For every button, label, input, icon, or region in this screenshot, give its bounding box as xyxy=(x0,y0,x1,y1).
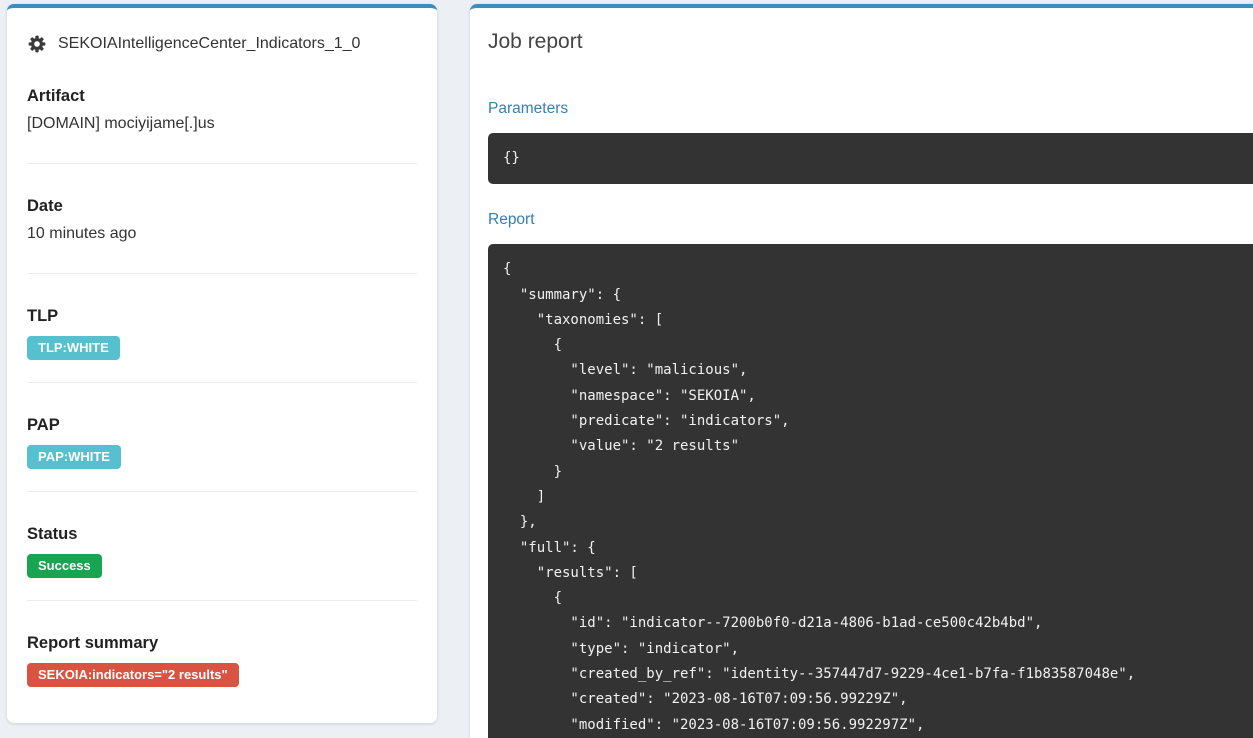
status-badge: Success xyxy=(27,554,102,578)
section-tlp: TLP TLP:WHITE xyxy=(27,274,417,383)
job-report-card: Job report Parameters {} Report { "summa… xyxy=(470,4,1253,738)
section-status: Status Success xyxy=(27,492,417,601)
section-artifact: Artifact [DOMAIN] mociyijame[.]us xyxy=(27,54,417,164)
analyzer-title-row: SEKOIAIntelligenceCenter_Indicators_1_0 xyxy=(27,34,417,54)
analyzer-job-card: SEKOIAIntelligenceCenter_Indicators_1_0 … xyxy=(7,4,437,723)
tlp-label: TLP xyxy=(27,306,417,327)
report-code-block: { "summary": { "taxonomies": [ { "level"… xyxy=(488,244,1253,738)
analyzer-name: SEKOIAIntelligenceCenter_Indicators_1_0 xyxy=(58,35,360,53)
report-link[interactable]: Report xyxy=(488,210,1253,229)
gear-icon xyxy=(27,34,47,54)
pap-label: PAP xyxy=(27,415,417,436)
artifact-value: [DOMAIN] mociyijame[.]us xyxy=(27,114,417,134)
section-date: Date 10 minutes ago xyxy=(27,164,417,274)
date-value: 10 minutes ago xyxy=(27,224,417,244)
report-summary-label: Report summary xyxy=(27,633,417,654)
parameters-link[interactable]: Parameters xyxy=(488,99,1253,118)
artifact-label: Artifact xyxy=(27,86,417,107)
parameters-code-block: {} xyxy=(488,133,1253,184)
date-label: Date xyxy=(27,196,417,217)
status-label: Status xyxy=(27,524,417,545)
tlp-badge: TLP:WHITE xyxy=(27,336,120,360)
section-pap: PAP PAP:WHITE xyxy=(27,383,417,492)
pap-badge: PAP:WHITE xyxy=(27,445,121,469)
report-summary-badge: SEKOIA:indicators="2 results" xyxy=(27,663,239,687)
section-report-summary: Report summary SEKOIA:indicators="2 resu… xyxy=(27,601,417,709)
page-title: Job report xyxy=(488,29,1253,54)
